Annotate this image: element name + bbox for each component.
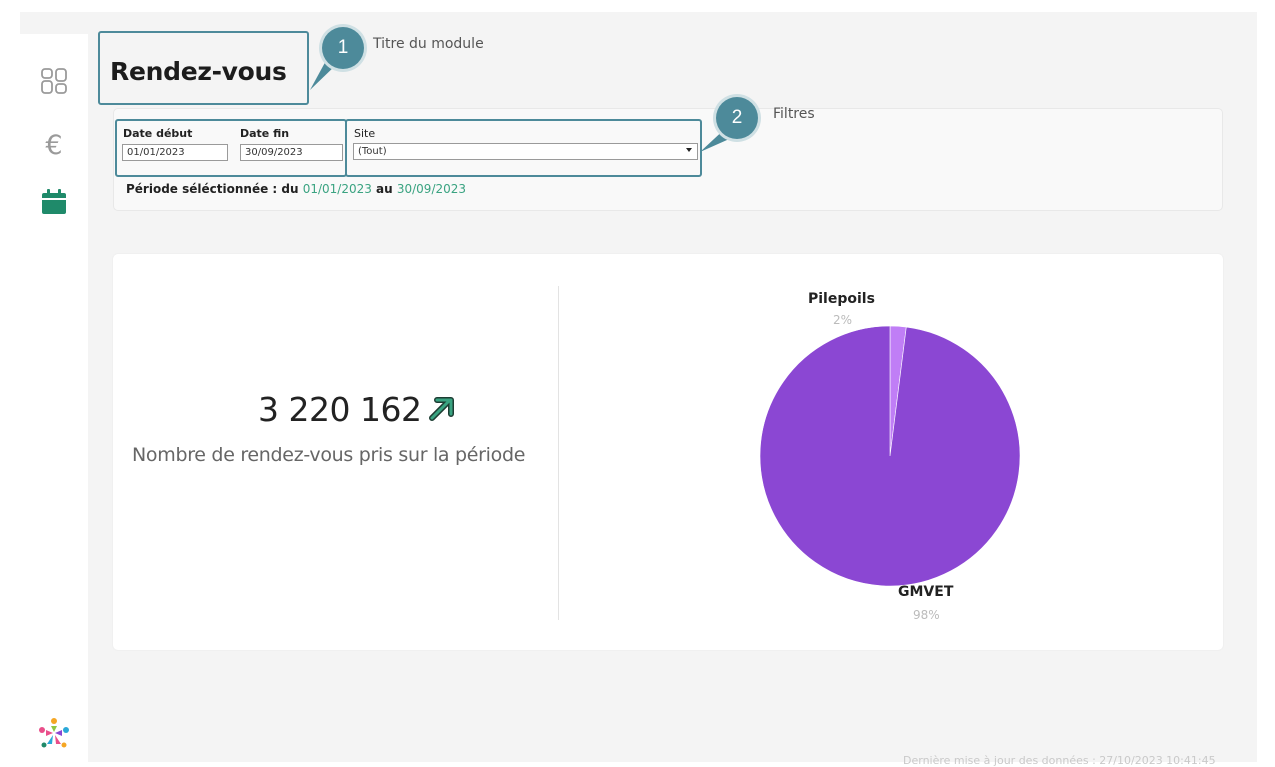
- chevron-down-icon: [686, 148, 692, 152]
- date-start-label: Date début: [123, 127, 193, 140]
- pie-slice-gmvet[interactable]: [760, 326, 1020, 586]
- period-to: 30/09/2023: [396, 182, 467, 196]
- pie-label-gmvet: GMVET: [898, 584, 954, 600]
- trend-up-arrow-icon: [429, 397, 454, 421]
- euro-icon[interactable]: €: [39, 131, 69, 161]
- site-select-value: (Tout): [358, 146, 387, 157]
- calendar-icon[interactable]: [39, 187, 69, 217]
- date-end-input[interactable]: 30/09/2023: [240, 144, 343, 161]
- period-middle: au: [371, 182, 397, 196]
- date-start-input[interactable]: 01/01/2023: [122, 144, 228, 161]
- pie-pct-gmvet: 98%: [913, 608, 940, 622]
- callout-badge-2: 2: [716, 97, 758, 139]
- period-prefix: Période séléctionnée : du: [126, 182, 303, 196]
- pie-pct-pilepoils: 2%: [833, 313, 853, 327]
- site-label: Site: [354, 127, 376, 140]
- card-divider: [558, 286, 559, 620]
- site-select[interactable]: (Tout): [353, 143, 698, 160]
- callout-label-2: Filtres: [773, 106, 815, 122]
- selected-period-text: Période séléctionnée : du 01/01/2023 au …: [126, 182, 466, 196]
- period-from: 01/01/2023: [302, 182, 372, 196]
- callout-label-1: Titre du module: [373, 36, 484, 52]
- sidebar: €: [20, 34, 88, 762]
- brand-logo-icon: [37, 716, 71, 750]
- pie-chart: [760, 326, 1020, 586]
- pie-label-pilepoils: Pilepoils: [808, 291, 875, 307]
- last-update-note: Dernière mise à jour des données : 27/10…: [903, 754, 1216, 767]
- kpi-value: 3 220 162: [258, 390, 422, 429]
- dashboard-grid-icon[interactable]: [39, 66, 69, 96]
- callout-badge-1: 1: [322, 27, 364, 69]
- date-end-label: Date fin: [240, 127, 290, 140]
- kpi-label: Nombre de rendez-vous pris sur la périod…: [132, 444, 526, 466]
- page-title: Rendez-vous: [110, 57, 287, 86]
